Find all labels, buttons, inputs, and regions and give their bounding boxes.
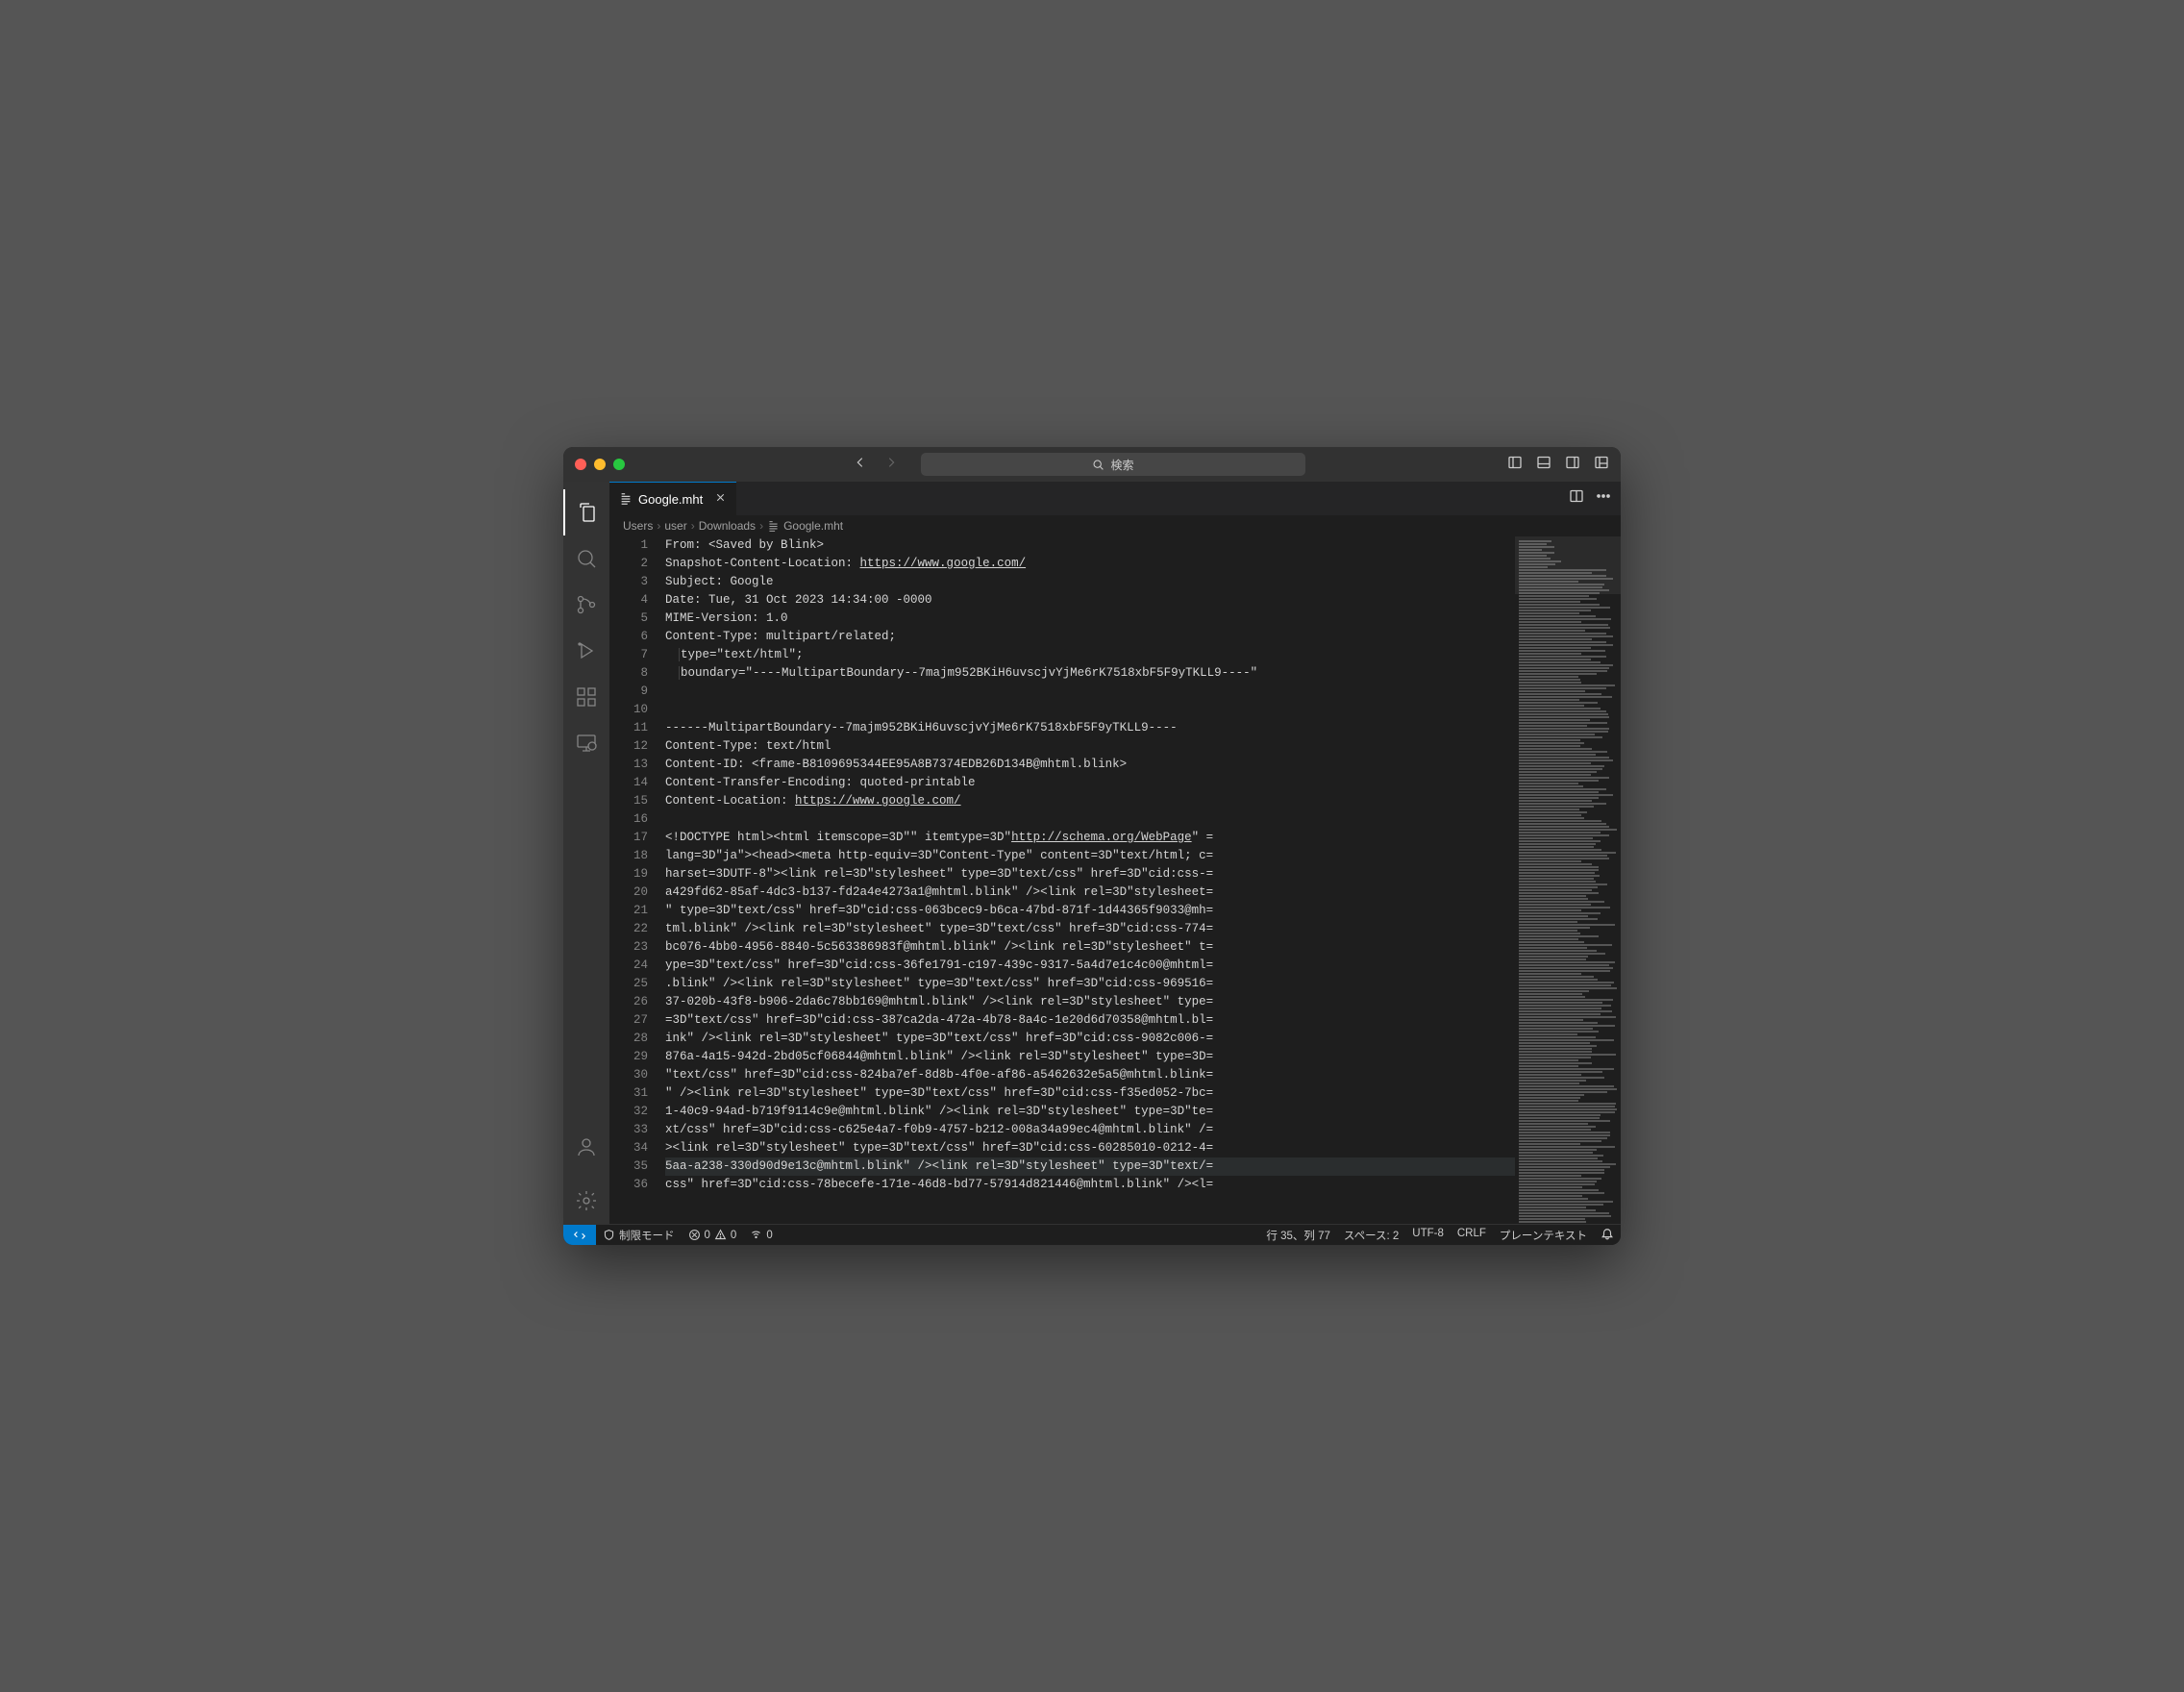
minimize-window-button[interactable] (594, 459, 606, 470)
errors-count: 0 (705, 1230, 710, 1241)
editor-main: Google.mht Users › user › Downloads › Go… (609, 482, 1621, 1224)
file-icon (767, 520, 780, 533)
chevron-right-icon: › (657, 519, 660, 533)
ports-count: 0 (766, 1230, 772, 1241)
file-icon (619, 492, 633, 506)
warnings-count: 0 (731, 1230, 736, 1241)
accounts-icon[interactable] (563, 1124, 609, 1170)
toggle-panel-icon[interactable] (1536, 455, 1551, 475)
chevron-right-icon: › (759, 519, 763, 533)
source-control-icon[interactable] (563, 582, 609, 628)
status-bar: 制限モード 0 0 0 行 35、列 77 スペース: 2 UTF-8 CRLF… (563, 1224, 1621, 1245)
encoding-indicator[interactable]: UTF-8 (1405, 1228, 1451, 1239)
vscode-window: 検索 Google.mht (563, 447, 1621, 1245)
minimap-slider[interactable] (1515, 536, 1621, 594)
tab-actions (1559, 482, 1621, 515)
traffic-lights (575, 459, 625, 470)
remote-explorer-icon[interactable] (563, 720, 609, 766)
tab-google-mht[interactable]: Google.mht (609, 482, 736, 515)
breadcrumb-part[interactable]: Downloads (699, 519, 756, 533)
breadcrumb[interactable]: Users › user › Downloads › Google.mht (609, 515, 1621, 536)
line-number-gutter: 1234567891011121314151617181920212223242… (609, 536, 665, 1224)
tab-filename: Google.mht (638, 492, 703, 507)
ports-indicator[interactable]: 0 (743, 1225, 779, 1245)
titlebar-layout-controls (1507, 455, 1609, 475)
minimap[interactable] (1515, 536, 1621, 1224)
toggle-primary-sidebar-icon[interactable] (1507, 455, 1523, 475)
indentation-indicator[interactable]: スペース: 2 (1337, 1228, 1405, 1243)
customize-layout-icon[interactable] (1594, 455, 1609, 475)
toggle-secondary-sidebar-icon[interactable] (1565, 455, 1580, 475)
settings-gear-icon[interactable] (563, 1178, 609, 1224)
notifications-icon[interactable] (1594, 1228, 1621, 1241)
titlebar: 検索 (563, 447, 1621, 482)
close-window-button[interactable] (575, 459, 586, 470)
tab-bar: Google.mht (609, 482, 1621, 515)
chevron-right-icon: › (691, 519, 695, 533)
maximize-window-button[interactable] (613, 459, 625, 470)
tab-close-icon[interactable] (714, 491, 727, 507)
eol-indicator[interactable]: CRLF (1451, 1228, 1493, 1239)
cursor-position[interactable]: 行 35、列 77 (1259, 1228, 1336, 1243)
extensions-icon[interactable] (563, 674, 609, 720)
nav-back-icon[interactable] (854, 456, 867, 474)
language-mode[interactable]: プレーンテキスト (1493, 1228, 1594, 1243)
body-area: Google.mht Users › user › Downloads › Go… (563, 482, 1621, 1224)
explorer-icon[interactable] (563, 489, 609, 535)
code-content[interactable]: From: <Saved by Blink>Snapshot-Content-L… (665, 536, 1515, 1224)
command-center-search[interactable]: 検索 (921, 453, 1305, 476)
editor-area[interactable]: 1234567891011121314151617181920212223242… (609, 536, 1621, 1224)
nav-arrows (854, 456, 898, 474)
breadcrumb-part[interactable]: Users (623, 519, 653, 533)
restricted-mode-indicator[interactable]: 制限モード (596, 1225, 682, 1245)
more-actions-icon[interactable] (1596, 488, 1611, 509)
search-icon[interactable] (563, 535, 609, 582)
breadcrumb-file[interactable]: Google.mht (783, 519, 843, 533)
breadcrumb-part[interactable]: user (664, 519, 686, 533)
problems-indicator[interactable]: 0 0 (682, 1225, 744, 1245)
run-debug-icon[interactable] (563, 628, 609, 674)
search-placeholder: 検索 (1110, 457, 1133, 473)
nav-forward-icon[interactable] (884, 456, 898, 474)
activity-bar (563, 482, 609, 1224)
remote-indicator[interactable] (563, 1225, 596, 1245)
restricted-mode-label: 制限モード (619, 1228, 675, 1243)
split-editor-icon[interactable] (1569, 488, 1584, 509)
